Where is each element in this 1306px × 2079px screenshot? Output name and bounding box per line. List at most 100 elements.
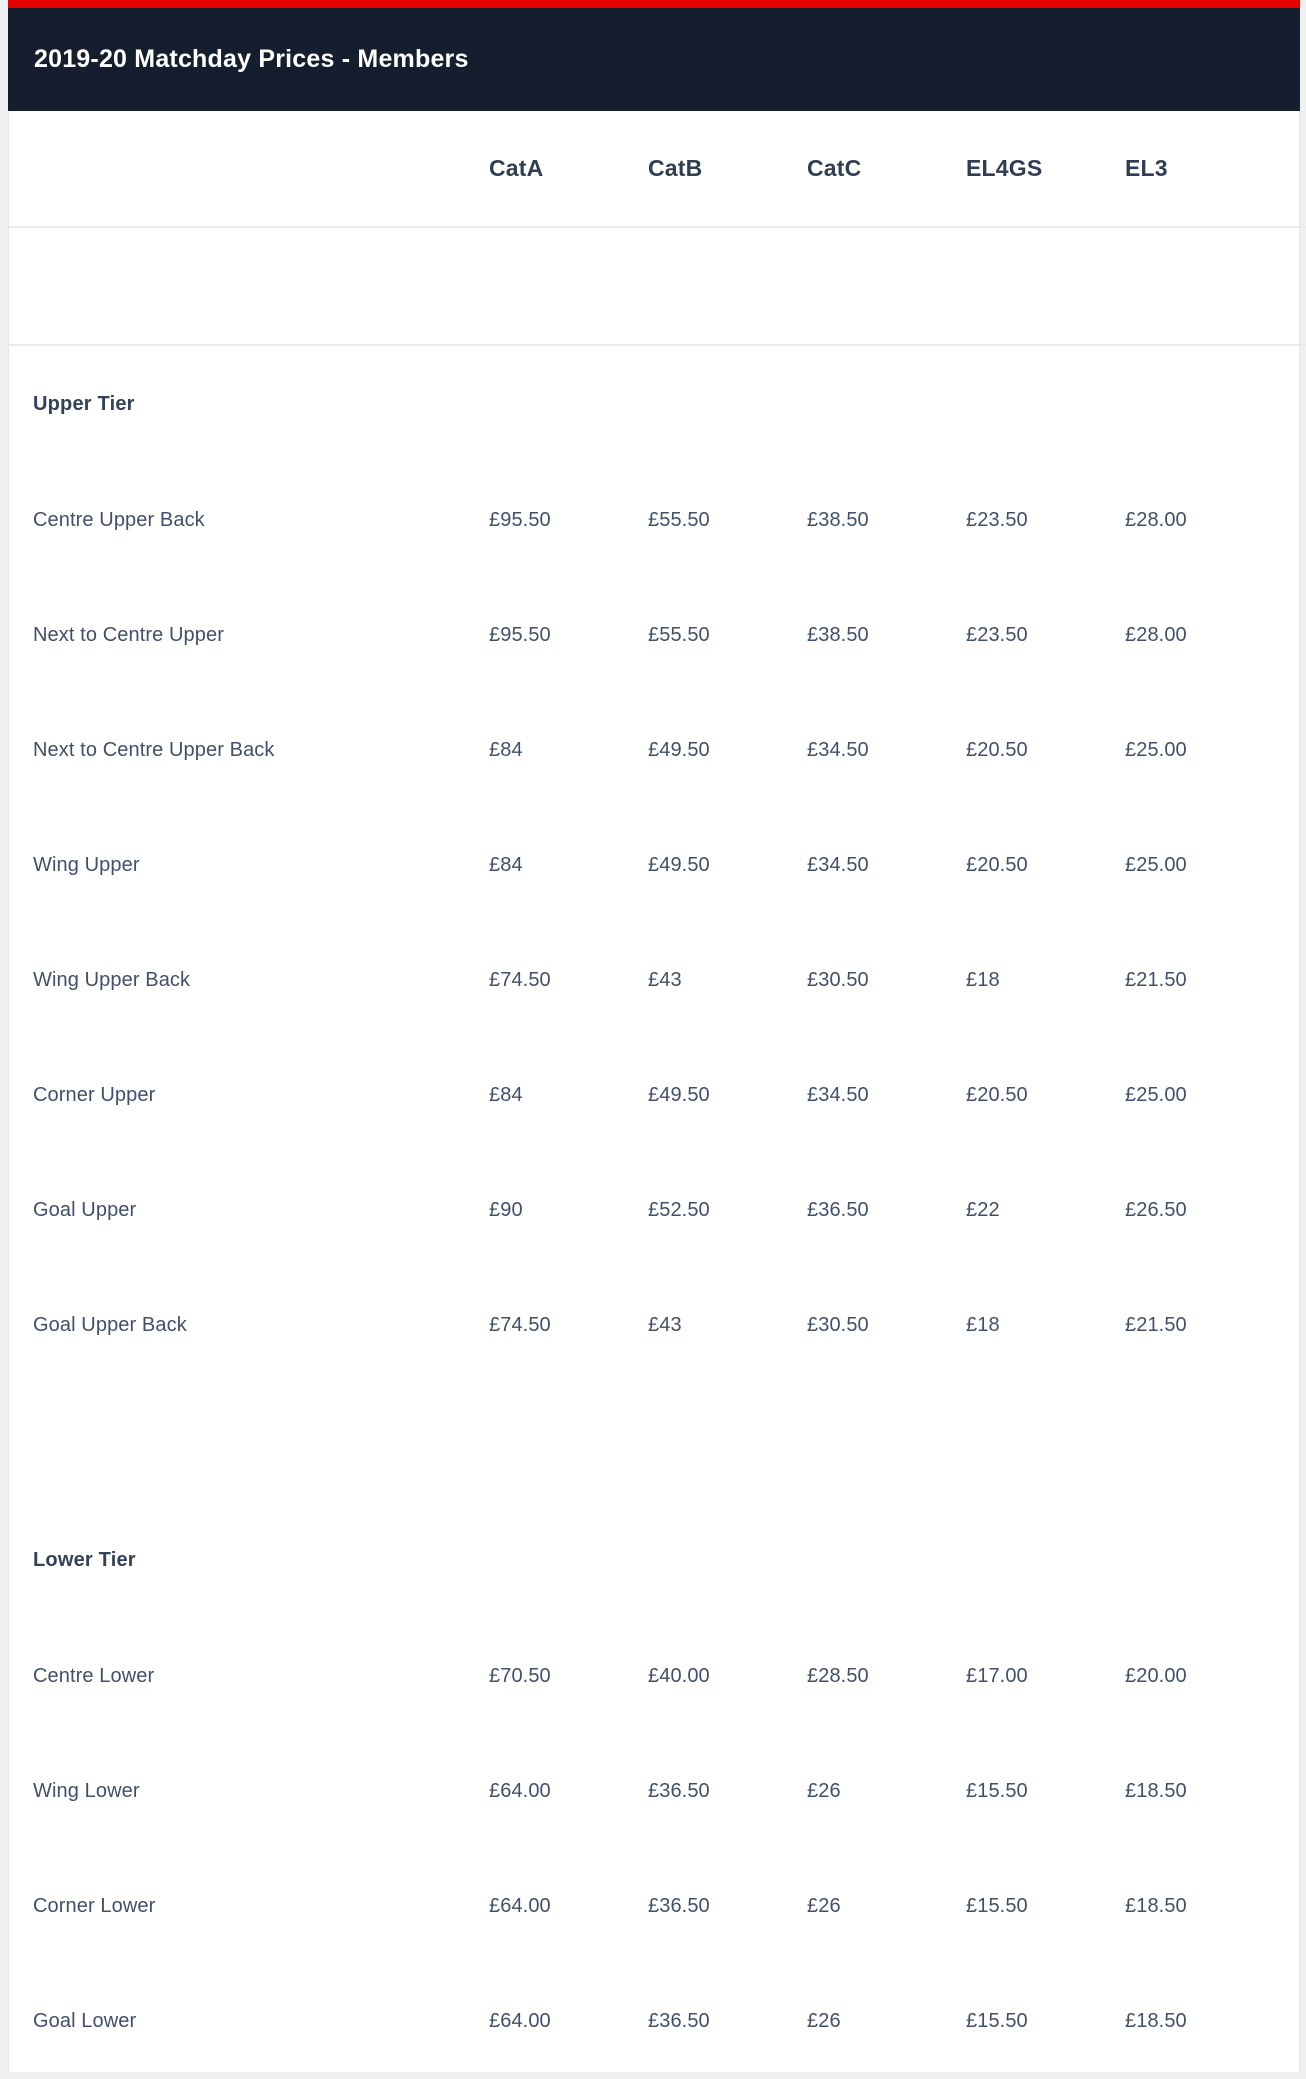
table-row: Goal Upper £90 £52.50 £36.50 £22 £26.50 xyxy=(9,1153,1306,1268)
table-row: Centre Upper Back £95.50 £55.50 £38.50 £… xyxy=(9,463,1306,578)
blank-cell xyxy=(9,227,489,345)
blank-cell xyxy=(1125,1383,1306,1501)
price-cell-catc: £26 xyxy=(807,1780,841,1802)
row-label: Next to Centre Upper xyxy=(33,624,224,646)
table-row: Wing Lower £64.00 £36.50 £26 £15.50 £18.… xyxy=(9,1734,1306,1849)
blank-cell xyxy=(489,1383,648,1501)
price-cell-catb: £40.00 xyxy=(648,1665,710,1687)
price-cell-catb: £49.50 xyxy=(648,739,710,761)
blank-cell xyxy=(648,227,807,345)
price-cell-cata: £70.50 xyxy=(489,1665,551,1687)
section-gap-row xyxy=(9,1383,1306,1501)
price-cell-el3: £18.50 xyxy=(1125,2010,1187,2032)
price-cell-catc: £30.50 xyxy=(807,969,869,991)
page-title: 2019-20 Matchday Prices - Members xyxy=(34,45,469,73)
price-cell-catc: £36.50 xyxy=(807,1199,869,1221)
price-cell-catb: £49.50 xyxy=(648,854,710,876)
blank-cell xyxy=(648,1383,807,1501)
price-cell-el3: £18.50 xyxy=(1125,1895,1187,1917)
blank-cell xyxy=(966,1383,1125,1501)
accent-bar xyxy=(8,0,1300,8)
section-title-lower-tier: Lower Tier xyxy=(33,1548,136,1571)
blank-cell xyxy=(648,345,807,463)
row-label: Corner Upper xyxy=(33,1084,156,1106)
price-cell-el3: £28.00 xyxy=(1125,509,1187,531)
price-cell-el3: £28.00 xyxy=(1125,624,1187,646)
table-row: Centre Lower £70.50 £40.00 £28.50 £17.00… xyxy=(9,1619,1306,1734)
price-cell-catc: £34.50 xyxy=(807,739,869,761)
price-table-container: CatA CatB CatC EL4GS EL3 Upper Tier Cent… xyxy=(8,111,1306,2072)
column-header-el4gs: EL4GS xyxy=(966,155,1043,181)
table-row: Corner Upper £84 £49.50 £34.50 £20.50 £2… xyxy=(9,1038,1306,1153)
table-row: Goal Upper Back £74.50 £43 £30.50 £18 £2… xyxy=(9,1268,1306,1383)
column-header-el3: EL3 xyxy=(1125,155,1168,181)
price-cell-el3: £21.50 xyxy=(1125,1314,1187,1336)
price-cell-catb: £43 xyxy=(648,969,682,991)
price-cell-el3: £18.50 xyxy=(1125,1780,1187,1802)
blank-cell xyxy=(966,345,1125,463)
price-cell-cata: £84 xyxy=(489,739,523,761)
price-cell-el4gs: £15.50 xyxy=(966,2010,1028,2032)
price-cell-catb: £55.50 xyxy=(648,509,710,531)
price-cell-el3: £20.00 xyxy=(1125,1665,1187,1687)
blank-cell xyxy=(966,227,1125,345)
price-cell-el3: £25.00 xyxy=(1125,1084,1187,1106)
column-header-label xyxy=(9,111,489,227)
price-cell-el4gs: £18 xyxy=(966,1314,1000,1336)
blank-cell xyxy=(807,227,966,345)
price-cell-el3: £25.00 xyxy=(1125,854,1187,876)
page-header: 2019-20 Matchday Prices - Members xyxy=(8,8,1300,111)
price-cell-el4gs: £23.50 xyxy=(966,624,1028,646)
price-cell-cata: £95.50 xyxy=(489,509,551,531)
price-cell-catc: £30.50 xyxy=(807,1314,869,1336)
price-cell-el4gs: £15.50 xyxy=(966,1895,1028,1917)
price-cell-el3: £26.50 xyxy=(1125,1199,1187,1221)
price-cell-el4gs: £20.50 xyxy=(966,739,1028,761)
price-cell-cata: £84 xyxy=(489,1084,523,1106)
blank-cell xyxy=(1125,1501,1306,1619)
table-row: Wing Upper £84 £49.50 £34.50 £20.50 £25.… xyxy=(9,808,1306,923)
price-cell-catb: £55.50 xyxy=(648,624,710,646)
price-cell-catb: £36.50 xyxy=(648,1895,710,1917)
page-root: 2019-20 Matchday Prices - Members CatA C… xyxy=(0,0,1306,2072)
price-cell-cata: £74.50 xyxy=(489,1314,551,1336)
row-label: Centre Upper Back xyxy=(33,509,205,531)
price-cell-cata: £64.00 xyxy=(489,2010,551,2032)
blank-cell xyxy=(966,1501,1125,1619)
column-header-row: CatA CatB CatC EL4GS EL3 xyxy=(9,111,1306,227)
table-row: Next to Centre Upper £95.50 £55.50 £38.5… xyxy=(9,578,1306,693)
price-cell-el3: £25.00 xyxy=(1125,739,1187,761)
price-cell-cata: £95.50 xyxy=(489,624,551,646)
column-header-cata: CatA xyxy=(489,155,544,181)
blank-cell xyxy=(648,1501,807,1619)
row-label: Corner Lower xyxy=(33,1895,156,1917)
row-label: Goal Lower xyxy=(33,2010,137,2032)
price-cell-el4gs: £15.50 xyxy=(966,1780,1028,1802)
price-cell-el4gs: £20.50 xyxy=(966,1084,1028,1106)
price-table-head: CatA CatB CatC EL4GS EL3 xyxy=(9,111,1306,227)
price-cell-el3: £21.50 xyxy=(1125,969,1187,991)
price-cell-catc: £38.50 xyxy=(807,509,869,531)
price-cell-catb: £52.50 xyxy=(648,1199,710,1221)
price-cell-el4gs: £20.50 xyxy=(966,854,1028,876)
blank-cell xyxy=(807,1383,966,1501)
row-label: Goal Upper Back xyxy=(33,1314,187,1336)
price-cell-catc: £26 xyxy=(807,1895,841,1917)
price-cell-cata: £64.00 xyxy=(489,1895,551,1917)
table-row: Corner Lower £64.00 £36.50 £26 £15.50 £1… xyxy=(9,1849,1306,1964)
section-header-row-lower-tier: Lower Tier xyxy=(9,1501,1306,1619)
price-cell-cata: £90 xyxy=(489,1199,523,1221)
price-cell-cata: £84 xyxy=(489,854,523,876)
blank-cell xyxy=(489,227,648,345)
blank-cell xyxy=(489,1501,648,1619)
row-label: Wing Upper Back xyxy=(33,969,191,991)
price-cell-cata: £74.50 xyxy=(489,969,551,991)
price-cell-catc: £34.50 xyxy=(807,1084,869,1106)
table-row: Wing Upper Back £74.50 £43 £30.50 £18 £2… xyxy=(9,923,1306,1038)
blank-cell xyxy=(807,345,966,463)
row-label: Goal Upper xyxy=(33,1199,137,1221)
price-cell-catb: £36.50 xyxy=(648,1780,710,1802)
blank-cell xyxy=(489,345,648,463)
price-table-body: Upper Tier Centre Upper Back £95.50 £55.… xyxy=(9,227,1306,2079)
blank-cell xyxy=(9,1383,489,1501)
